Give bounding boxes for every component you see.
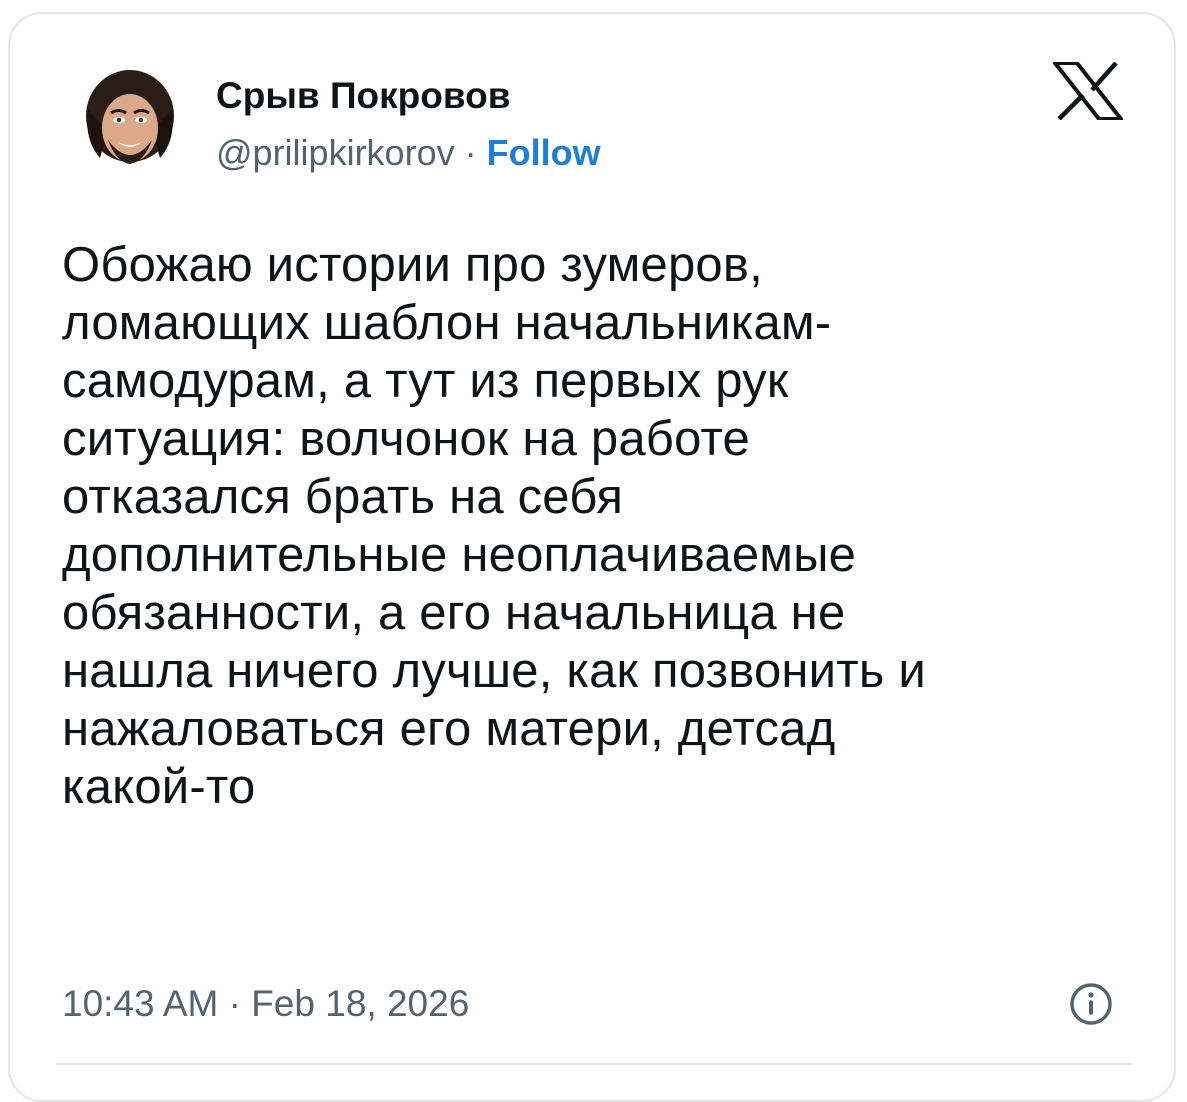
author-handle-row: @prilipkirkorov · Follow xyxy=(216,132,601,174)
avatar-image xyxy=(86,70,174,164)
x-logo-icon[interactable] xyxy=(1050,61,1126,121)
author-display-name[interactable]: Срыв Покровов xyxy=(216,74,601,118)
handle-separator: · xyxy=(464,132,477,173)
follow-button[interactable]: Follow xyxy=(487,132,601,173)
tweet-text: Обожаю истории про зумеров, ломающих шаб… xyxy=(62,238,926,814)
card-divider xyxy=(56,1063,1132,1065)
avatar[interactable] xyxy=(78,70,182,174)
tweet-timestamp[interactable]: 10:43 AM · Feb 18, 2026 xyxy=(62,980,469,1028)
info-icon[interactable] xyxy=(1068,981,1114,1027)
author-handle[interactable]: @prilipkirkorov xyxy=(216,132,455,173)
author-block: Срыв Покровов @prilipkirkorov · Follow xyxy=(216,74,601,174)
